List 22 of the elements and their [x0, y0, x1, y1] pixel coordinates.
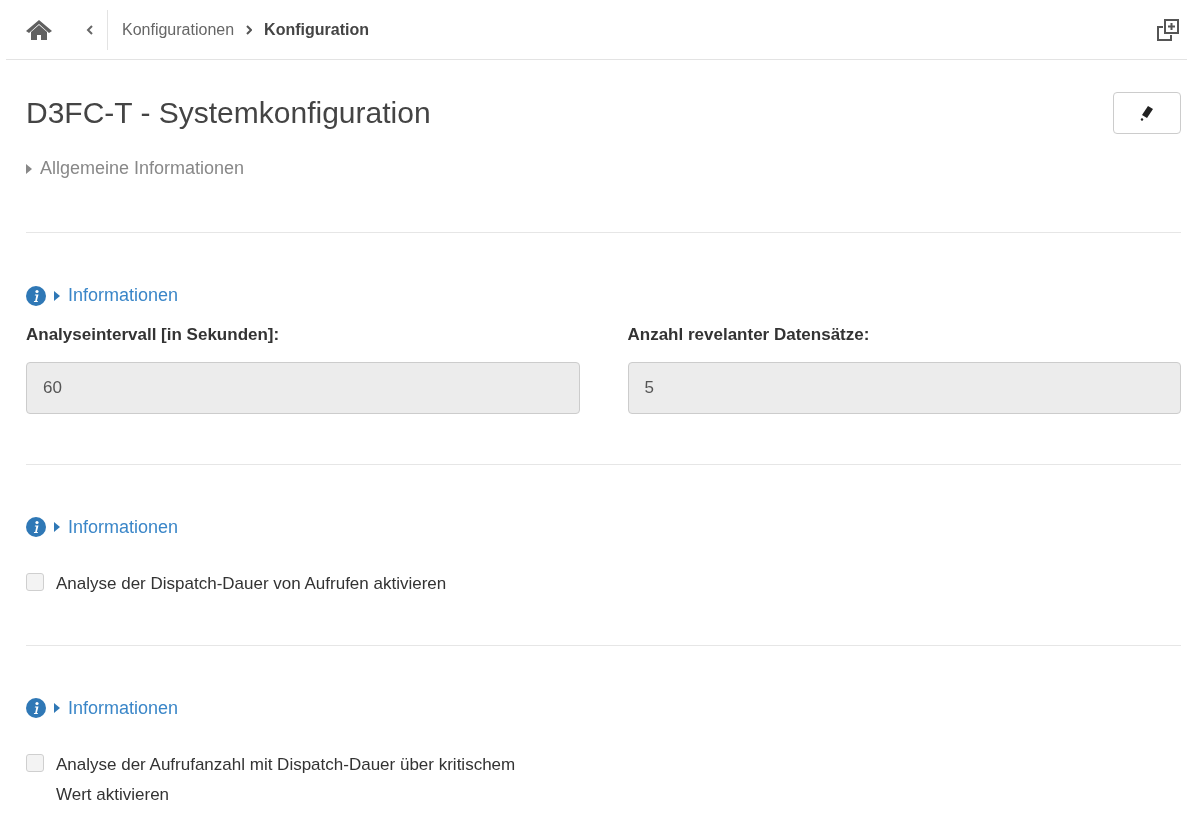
- back-button[interactable]: [86, 24, 93, 35]
- info-icon: [26, 285, 46, 306]
- pencil-icon: [1140, 104, 1154, 121]
- info-toggle[interactable]: Informationen: [54, 513, 179, 541]
- chevron-icon: [246, 24, 253, 35]
- field-label: Analyseintervall [in Sekunden]:: [26, 324, 281, 346]
- checkbox[interactable]: [26, 572, 44, 591]
- checkbox-label: Analyse der Dispatch-Dauer von Aufrufen aktivieren: [56, 572, 448, 595]
- info-icon: [26, 698, 46, 718]
- field-label: Anzahl revelanter Datensätze:: [627, 324, 871, 346]
- breadcrumb-link[interactable]: Konfiguration: [264, 17, 369, 42]
- home-icon[interactable]: [26, 19, 52, 40]
- new-window-icon[interactable]: [1157, 18, 1179, 41]
- info-toggle[interactable]: Informationen: [54, 282, 179, 309]
- checkbox-label: Analyse der Aufrufanzahl mit Dispatch-Dauer über kritischem Wert aktivieren: [56, 753, 517, 806]
- info-icon: [26, 517, 46, 537]
- page-title: D3FC-T - Systemkonfiguration: [26, 95, 431, 131]
- info-toggle[interactable]: Informationen: [54, 694, 179, 722]
- breadcrumb-link[interactable]: Konfigurationen: [122, 17, 235, 42]
- edit-button[interactable]: [1113, 91, 1181, 134]
- general-info-toggle[interactable]: Allgemeine Informationen: [26, 155, 245, 182]
- checkbox[interactable]: [26, 753, 44, 772]
